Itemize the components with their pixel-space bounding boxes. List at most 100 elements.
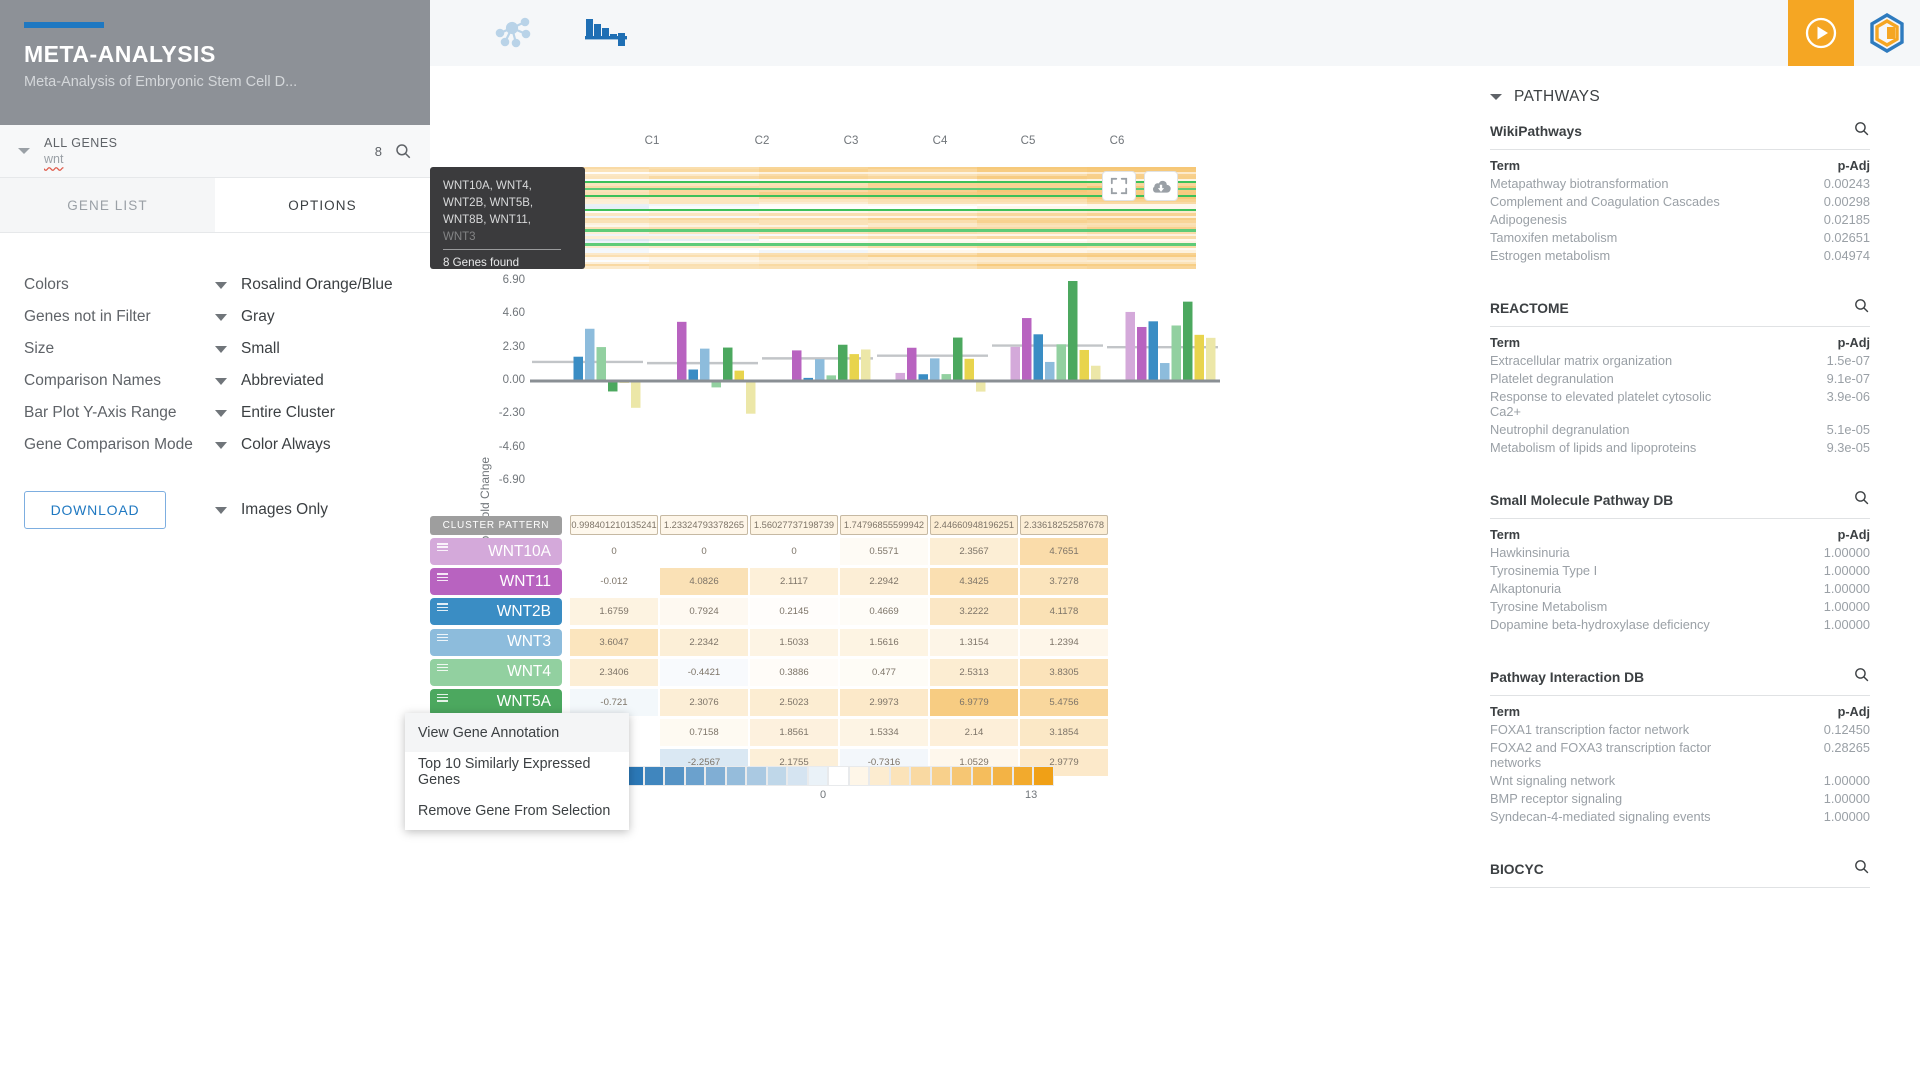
search-icon[interactable] [1853, 120, 1870, 142]
pathway-row[interactable]: Estrogen metabolism 0.04974 [1490, 245, 1870, 263]
fullscreen-icon[interactable] [1102, 171, 1136, 201]
option-row-bar-plot-y-axis-range[interactable]: Bar Plot Y-Axis Range Entire Cluster [0, 397, 430, 429]
bar-wnt8b[interactable] [746, 381, 756, 414]
table-cell[interactable]: 0.7158 [660, 718, 748, 746]
play-button[interactable] [1788, 0, 1854, 66]
bar-wnt10a[interactable] [1010, 346, 1021, 381]
table-cell[interactable]: 0.4669 [840, 598, 928, 626]
bar-wnt11[interactable] [792, 350, 802, 381]
bar-wnt2b[interactable] [1148, 321, 1159, 381]
table-row[interactable]: WNT10A 0 0 0 0.5571 2.3567 4.7651 [430, 538, 1110, 567]
bar-wnt5b[interactable] [849, 354, 860, 381]
bar-wnt8b[interactable] [631, 381, 641, 408]
pathway-row[interactable]: Hawkinsinuria 1.00000 [1490, 542, 1870, 560]
table-cell[interactable]: 2.3567 [930, 538, 1018, 566]
table-cell[interactable]: 2.5023 [750, 688, 838, 716]
search-icon[interactable] [1853, 297, 1870, 319]
download-button[interactable]: DOWNLOAD [24, 491, 166, 529]
option-value[interactable]: Gray [241, 308, 275, 326]
table-cell[interactable]: -0.4421 [660, 658, 748, 686]
table-cell[interactable]: 4.1178 [1020, 598, 1108, 626]
menu-item-top-10-similar-genes[interactable]: Top 10 Similarly Expressed Genes [405, 752, 629, 791]
bar-wnt3[interactable] [585, 328, 595, 381]
bar-wnt3[interactable] [700, 348, 710, 381]
bar-wnt4[interactable] [596, 347, 607, 381]
table-row[interactable]: WNT4 2.3406 -0.4421 0.3886 0.477 2.5313 3.8305 [430, 658, 1110, 687]
gene-label-wnt2b[interactable]: WNT2B [430, 598, 562, 626]
option-value[interactable]: Abbreviated [241, 372, 324, 390]
drag-handle-icon[interactable] [437, 693, 448, 702]
caret-down-icon[interactable] [1490, 94, 1502, 100]
table-cell[interactable]: 1.6759 [570, 598, 658, 626]
chevron-down-icon[interactable] [215, 281, 227, 289]
bar-wnt3[interactable] [930, 358, 940, 381]
bar-wnt2b[interactable] [688, 369, 699, 381]
table-cell[interactable]: 2.14 [930, 718, 1018, 746]
bar-wnt10a[interactable] [1125, 311, 1136, 381]
gene-label-wnt4[interactable]: WNT4 [430, 658, 562, 686]
chevron-down-icon[interactable] [215, 345, 227, 353]
table-cell[interactable]: 0 [570, 538, 658, 566]
menu-item-remove-gene[interactable]: Remove Gene From Selection [405, 791, 629, 830]
bar-wnt5a[interactable] [953, 337, 963, 381]
chevron-down-icon[interactable] [215, 506, 227, 514]
table-cell[interactable]: 1.2394 [1020, 628, 1108, 656]
table-cell[interactable]: 3.7278 [1020, 568, 1108, 596]
bar-wnt8b[interactable] [861, 349, 871, 381]
search-icon[interactable] [394, 142, 412, 160]
search-icon[interactable] [1853, 666, 1870, 688]
tab-gene-list[interactable]: GENE LIST [0, 178, 215, 232]
pathway-row[interactable]: Metapathway biotransformation 0.00243 [1490, 173, 1870, 191]
gene-label-wnt10a[interactable]: WNT10A [430, 538, 562, 566]
table-cell[interactable]: -0.012 [570, 568, 658, 596]
table-cell[interactable]: 1.5334 [840, 718, 928, 746]
bar-wnt4[interactable] [1056, 344, 1067, 381]
bar-wnt3[interactable] [815, 359, 825, 381]
option-row-genes-not-in-filter[interactable]: Genes not in Filter Gray [0, 301, 430, 333]
table-cell[interactable]: 3.6047 [570, 628, 658, 656]
pathway-row[interactable]: Tyrosine Metabolism 1.00000 [1490, 596, 1870, 614]
table-cell[interactable]: 0.3886 [750, 658, 838, 686]
cloud-download-icon[interactable] [1144, 171, 1178, 201]
option-value[interactable]: Entire Cluster [241, 404, 335, 422]
option-row-gene-comparison-mode[interactable]: Gene Comparison Mode Color Always [0, 429, 430, 461]
bar-wnt5a[interactable] [608, 381, 618, 392]
bar-wnt2b[interactable] [1033, 334, 1044, 381]
drag-handle-icon[interactable] [437, 573, 448, 582]
table-cell[interactable]: 2.2342 [660, 628, 748, 656]
pathway-row[interactable]: Neutrophil degranulation 5.1e-05 [1490, 419, 1870, 437]
gene-label-wnt3[interactable]: WNT3 [430, 628, 562, 656]
bar-wnt11[interactable] [907, 347, 917, 381]
bar-wnt5b[interactable] [1194, 334, 1205, 381]
option-value[interactable]: Color Always [241, 436, 331, 454]
bar-wnt3[interactable] [1045, 361, 1055, 381]
pathway-row[interactable]: Alkaptonuria 1.00000 [1490, 578, 1870, 596]
pathway-row[interactable]: Platelet degranulation 9.1e-07 [1490, 368, 1870, 386]
table-row[interactable]: WNT2B 1.6759 0.7924 0.2145 0.4669 3.2222 4.117… [430, 598, 1110, 627]
network-graph-icon[interactable] [492, 11, 532, 56]
caret-down-icon[interactable] [18, 148, 30, 154]
table-cell[interactable]: 2.3076 [660, 688, 748, 716]
search-input[interactable]: wnt [44, 152, 375, 166]
table-cell[interactable]: 0.2145 [750, 598, 838, 626]
table-cell[interactable]: 5.4756 [1020, 688, 1108, 716]
search-icon[interactable] [1853, 489, 1870, 511]
table-cell[interactable]: -0.721 [570, 688, 658, 716]
pathway-row[interactable]: Metabolism of lipids and lipoproteins 9.3… [1490, 437, 1870, 455]
table-cell[interactable]: 3.2222 [930, 598, 1018, 626]
option-row-size[interactable]: Size Small [0, 333, 430, 365]
gene-label-wnt5a[interactable]: WNT5A [430, 688, 562, 716]
bar-wnt11[interactable] [1022, 318, 1032, 381]
table-column-header[interactable]: 0.998401210135241 [570, 515, 658, 535]
table-cell[interactable]: 1.5616 [840, 628, 928, 656]
tab-options[interactable]: OPTIONS [215, 178, 430, 232]
chevron-down-icon[interactable] [215, 313, 227, 321]
bar-wnt5b[interactable] [964, 358, 975, 381]
table-cell[interactable]: 2.9973 [840, 688, 928, 716]
table-cell[interactable]: 3.1854 [1020, 718, 1108, 746]
option-row-colors[interactable]: Colors Rosalind Orange/Blue [0, 269, 430, 301]
pathway-row[interactable]: Response to elevated platelet cytosolic … [1490, 386, 1870, 419]
gene-label-wnt11[interactable]: WNT11 [430, 568, 562, 596]
table-cell[interactable]: 2.5313 [930, 658, 1018, 686]
table-cell[interactable]: 0.5571 [840, 538, 928, 566]
